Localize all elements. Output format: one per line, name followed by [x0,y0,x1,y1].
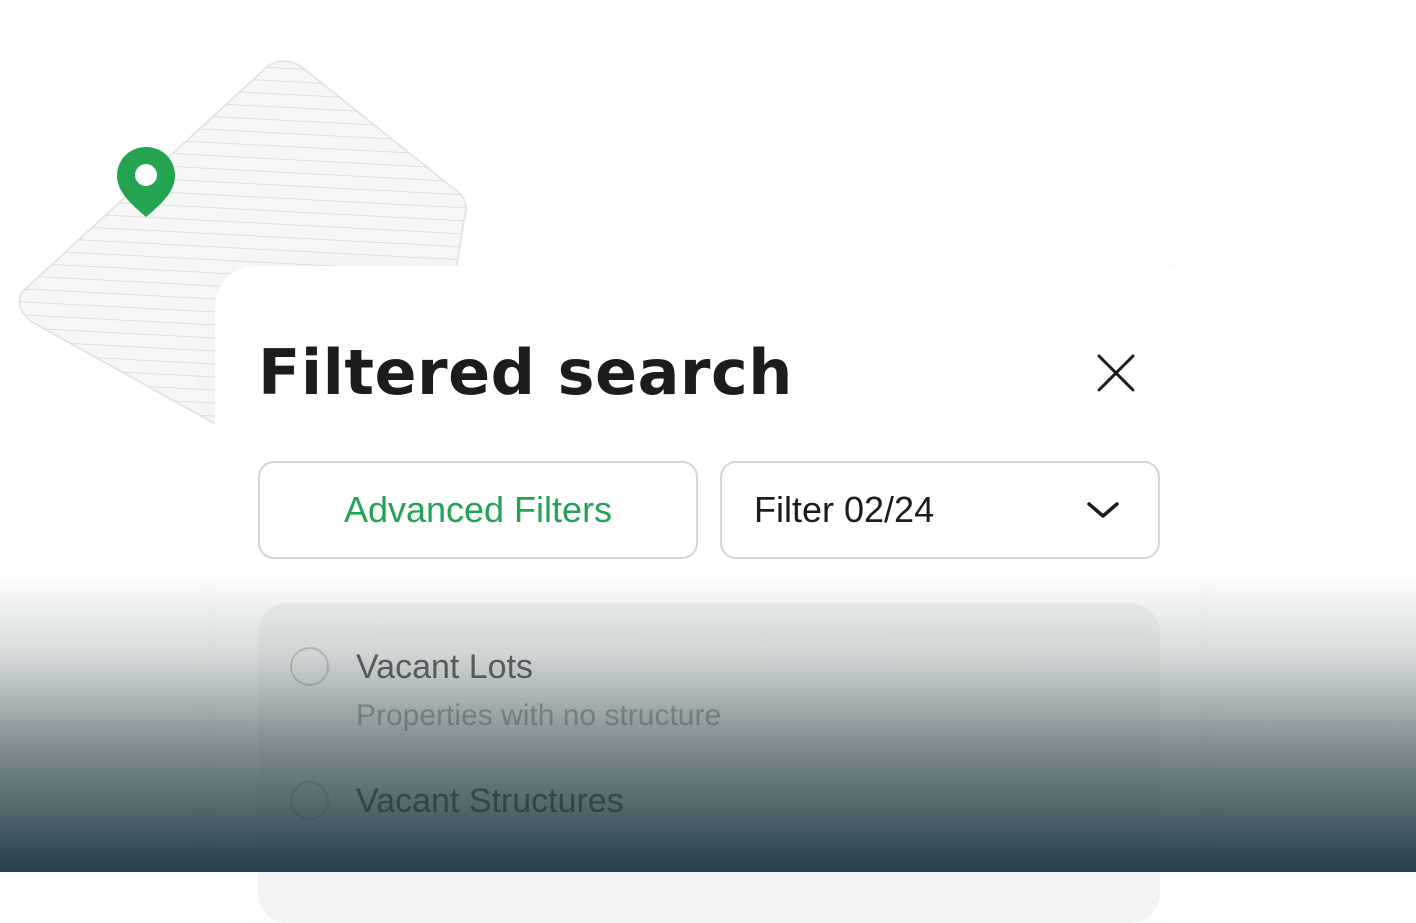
filter-options-list: Vacant Lots Properties with no structure… [258,603,1160,923]
close-icon [1097,354,1135,392]
modal-title: Filtered search [258,336,793,409]
filter-dropdown[interactable]: Filter 02/24 [720,461,1160,559]
location-pin-icon [117,147,175,217]
advanced-filters-button[interactable]: Advanced Filters [258,461,698,559]
chevron-down-icon [1087,502,1119,518]
option-description: Properties with no structure [356,699,722,732]
option-title: Vacant Structures [356,782,624,820]
filter-dropdown-value: Filter 02/24 [754,489,935,530]
radio-button[interactable] [290,781,329,820]
filtered-search-modal: Filtered search Advanced Filters Filter … [215,266,1200,923]
close-button[interactable] [1087,344,1145,402]
radio-button[interactable] [290,647,329,686]
option-title: Vacant Lots [356,648,534,686]
